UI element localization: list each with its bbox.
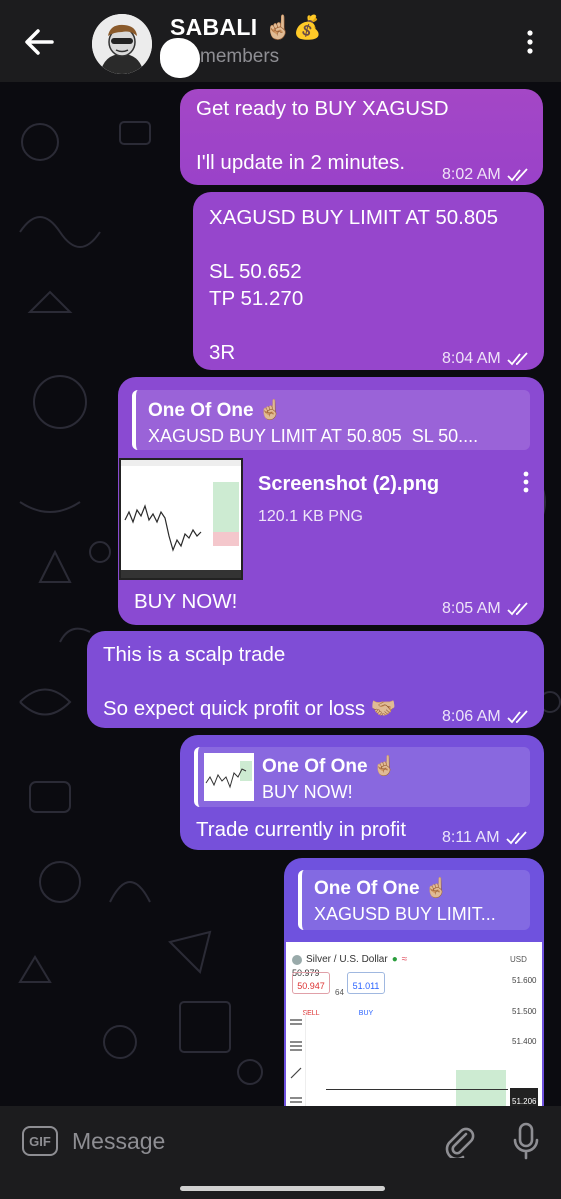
message-bubble-outgoing[interactable]: XAGUSD BUY LIMIT AT 50.805 SL 50.652 TP … <box>193 192 544 370</box>
spread-value: 64 <box>335 988 344 997</box>
message-text: This is a scalp trade <box>103 643 286 666</box>
home-indicator <box>180 1186 385 1191</box>
double-check-icon <box>507 709 528 723</box>
message-timestamp: 8:05 AM <box>442 595 531 622</box>
price-line <box>326 1089 508 1090</box>
message-timestamp: 8:06 AM <box>442 703 531 730</box>
message-text: BUY NOW! <box>134 590 238 613</box>
redaction-blot <box>160 38 200 78</box>
message-text: Trade currently in profit <box>196 818 407 841</box>
message-list[interactable]: Get ready to BUY XAGUSD I'll update in 2… <box>0 82 561 1106</box>
more-vert-icon[interactable] <box>523 471 529 493</box>
buy-button[interactable]: 51.011 BUY <box>347 972 385 1017</box>
reply-author: One Of One ☝🏼 <box>148 400 283 421</box>
message-composer: GIF <box>0 1106 561 1199</box>
message-text: So expect quick profit or loss 🤝🏼 <box>103 697 397 720</box>
take-profit-zone <box>456 1070 506 1106</box>
message-bubble-outgoing[interactable]: One Of One ☝🏼 BUY NOW! Trade currently i… <box>180 735 544 850</box>
price-axis-label: 51.400 <box>512 1037 537 1046</box>
reply-text: BUY NOW! <box>262 782 353 802</box>
reply-text: XAGUSD BUY LIMIT... <box>314 904 496 924</box>
double-check-icon <box>507 167 528 181</box>
chart-screenshot[interactable]: Silver / U.S. Dollar ● ≈ 50.979 50.947 SE… <box>286 942 542 1106</box>
message-bubble-outgoing[interactable]: This is a scalp trade So expect quick pr… <box>87 631 544 728</box>
message-bubble-outgoing[interactable]: One Of One ☝🏼 XAGUSD BUY LIMIT... Silver… <box>284 858 544 1106</box>
double-check-icon <box>507 601 528 615</box>
price-axis-label: 51.206 <box>510 1088 539 1106</box>
drawing-toolbar <box>286 1012 306 1106</box>
paperclip-icon[interactable] <box>442 1124 476 1158</box>
message-text: Get ready to BUY XAGUSD <box>196 97 449 120</box>
message-timestamp: 8:11 AM <box>442 824 530 851</box>
message-input[interactable] <box>72 1124 412 1158</box>
message-bubble-outgoing[interactable]: One Of One ☝🏼 XAGUSD BUY LIMIT AT 50.805… <box>118 377 544 625</box>
double-check-icon <box>505 830 527 844</box>
price-axis-label: 51.600 <box>512 976 537 985</box>
arrow-left-icon[interactable] <box>22 26 56 58</box>
sell-button[interactable]: 50.947 SELL <box>292 972 330 1017</box>
message-text: SL 50.652 <box>209 260 302 283</box>
file-thumbnail[interactable] <box>119 458 243 580</box>
message-text: TP 51.270 <box>209 287 304 310</box>
reply-author: One Of One ☝🏼 <box>314 878 449 899</box>
double-check-icon <box>507 351 528 365</box>
message-timestamp: 8:04 AM <box>442 345 531 372</box>
reply-quote[interactable]: One Of One ☝🏼 BUY NOW! <box>194 747 530 807</box>
file-name[interactable]: Screenshot (2).png <box>258 471 439 498</box>
avatar[interactable] <box>92 14 152 74</box>
price-axis-label: 51.500 <box>512 1007 537 1016</box>
chat-header: SABALI ☝🏼💰 members <box>0 0 561 82</box>
more-vert-icon[interactable] <box>527 30 533 54</box>
reply-author: One Of One ☝🏼 <box>262 756 397 777</box>
gif-button[interactable]: GIF <box>22 1126 58 1156</box>
file-meta: 120.1 KB PNG <box>258 508 363 525</box>
reply-text: XAGUSD BUY LIMIT AT 50.805 SL 50.... <box>148 426 479 446</box>
reply-quote[interactable]: One Of One ☝🏼 XAGUSD BUY LIMIT... <box>298 870 530 930</box>
chat-title[interactable]: SABALI ☝🏼💰 <box>170 14 322 41</box>
reply-thumbnail <box>204 753 254 801</box>
microphone-icon[interactable] <box>512 1122 540 1160</box>
message-bubble-outgoing[interactable]: Get ready to BUY XAGUSD I'll update in 2… <box>180 89 543 185</box>
message-text: 3R <box>209 341 236 364</box>
message-text: XAGUSD BUY LIMIT AT 50.805 <box>209 206 499 229</box>
message-text: I'll update in 2 minutes. <box>196 151 406 174</box>
message-timestamp: 8:02 AM <box>442 161 531 188</box>
reply-quote[interactable]: One Of One ☝🏼 XAGUSD BUY LIMIT AT 50.805… <box>132 390 530 450</box>
